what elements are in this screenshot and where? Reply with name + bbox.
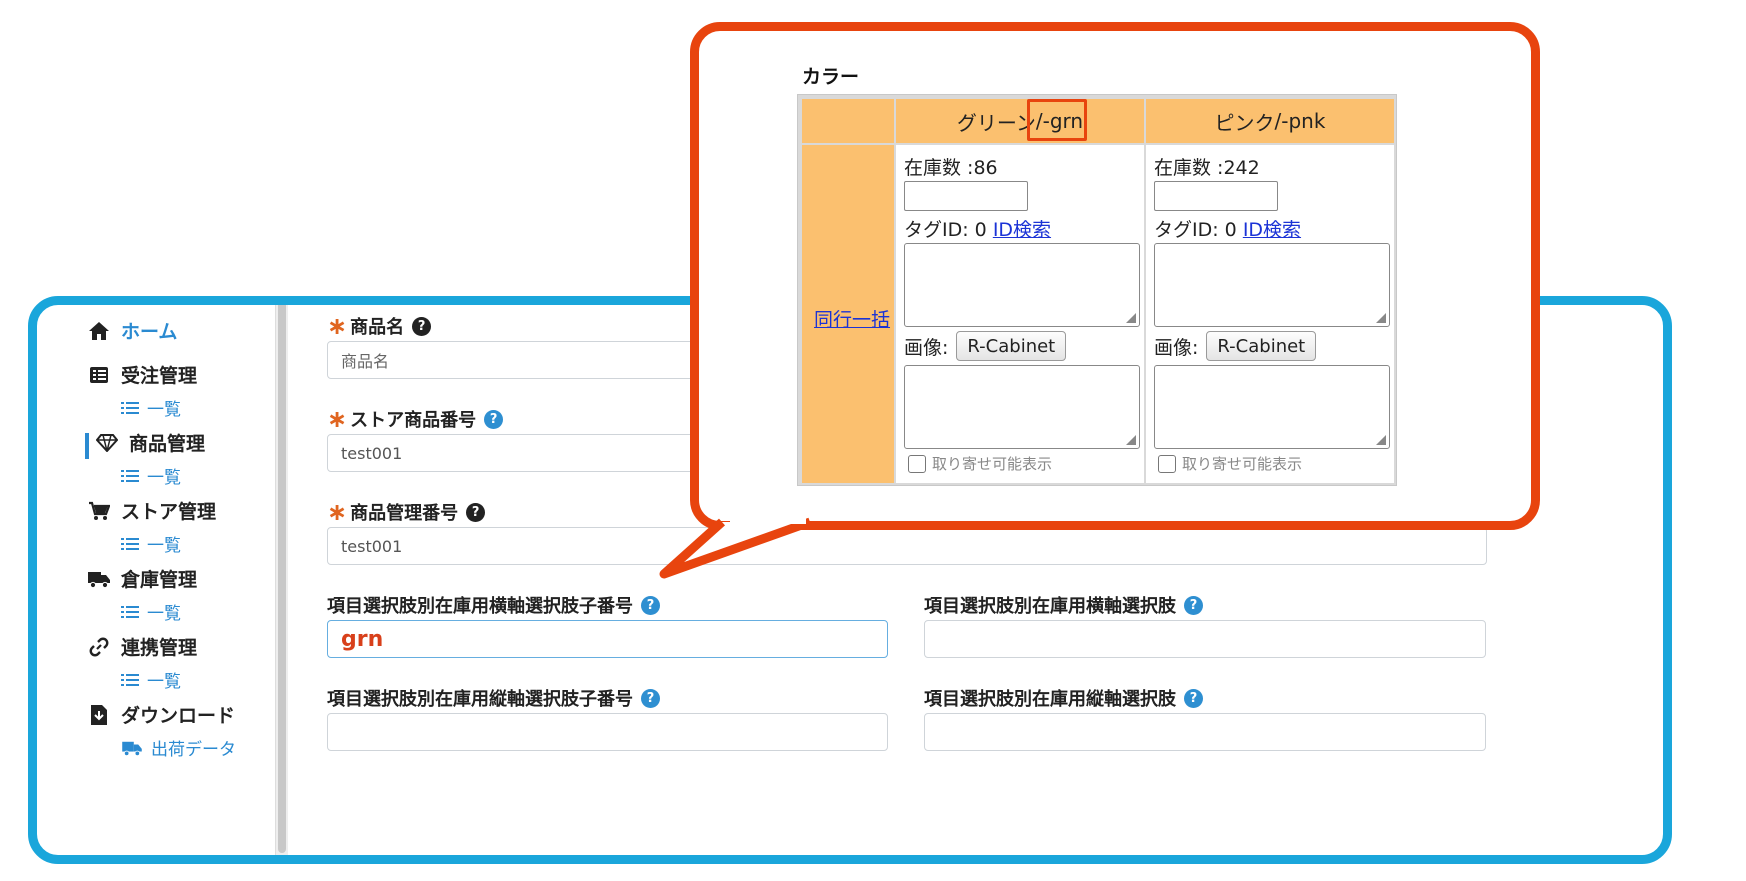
help-icon[interactable]: ? — [412, 316, 432, 336]
variant-cell-pink: 在庫数 :242 タグID: 0 ID検索 画像: R-Cabinet 取り寄せ… — [1146, 145, 1394, 483]
v-axis-choice-label: 項目選択肢別在庫用縦軸選択肢 ? — [924, 685, 1203, 711]
v-axis-choice-input[interactable] — [924, 713, 1486, 751]
h-axis-choice-label: 項目選択肢別在庫用横軸選択肢 ? — [924, 592, 1203, 618]
id-search-link[interactable]: ID検索 — [1243, 219, 1301, 241]
column-header-green: グリーン/-grn — [896, 99, 1144, 143]
sidebar-subitem-label: 出荷データ — [151, 740, 236, 760]
store-product-no-input[interactable]: test001 — [327, 434, 707, 472]
help-icon[interactable]: ? — [466, 502, 486, 522]
sidebar-item-label: 商品管理 — [129, 433, 206, 455]
sidebar-item-label: 連携管理 — [121, 637, 198, 659]
help-icon[interactable]: ? — [1184, 688, 1203, 708]
backorder-checkbox-row[interactable]: 取り寄せ可能表示 — [908, 453, 1052, 474]
required-asterisk-icon: ∗ — [327, 405, 348, 433]
list-icon — [121, 673, 139, 687]
required-asterisk-icon: ∗ — [327, 312, 348, 340]
backorder-checkbox-row[interactable]: 取り寄せ可能表示 — [1158, 453, 1302, 474]
column-header-pink: ピンク/-pnk — [1146, 99, 1394, 143]
image-row: 画像: R-Cabinet — [904, 331, 1067, 361]
help-icon[interactable]: ? — [641, 595, 660, 615]
active-indicator — [85, 433, 89, 459]
sidebar-item-warehouse[interactable]: 倉庫管理 — [87, 565, 197, 592]
truck-icon — [87, 567, 111, 591]
sidebar-subitem-integration-list[interactable]: 一覧 — [121, 667, 181, 692]
sidebar-item-integration[interactable]: 連携管理 — [87, 633, 197, 660]
row-header-cell: 同行一括 — [802, 145, 894, 483]
table-icon — [87, 363, 111, 387]
sidebar-scrollbar-thumb[interactable] — [278, 305, 286, 853]
h-axis-child-no-input[interactable]: grn — [327, 620, 888, 658]
sidebar-subitem-stores-list[interactable]: 一覧 — [121, 531, 181, 556]
resize-grip-icon[interactable] — [1126, 313, 1136, 323]
link-icon — [87, 635, 111, 659]
sidebar-subitem-label: 一覧 — [147, 672, 181, 692]
list-icon — [121, 469, 139, 483]
sidebar-item-label: 受注管理 — [121, 365, 198, 387]
stock-qty-input[interactable] — [904, 181, 1028, 211]
diamond-icon — [95, 431, 119, 455]
sidebar-subitem-label: 一覧 — [147, 536, 181, 556]
sidebar-item-stores[interactable]: ストア管理 — [87, 497, 216, 524]
home-icon — [87, 319, 111, 343]
sidebar-item-products[interactable]: 商品管理 — [95, 429, 205, 456]
sidebar-item-download[interactable]: ダウンロード — [87, 701, 235, 728]
sidebar-subitem-label: 一覧 — [147, 400, 181, 420]
color-section-title: カラー — [802, 66, 860, 88]
variant-cell-green: 在庫数 :86 タグID: 0 ID検索 画像: R-Cabinet 取り寄せ可… — [896, 145, 1144, 483]
sidebar-item-label: ホーム — [121, 321, 178, 343]
backorder-checkbox[interactable] — [908, 454, 926, 473]
apply-row-link[interactable]: 同行一括 — [814, 305, 890, 332]
sidebar-item-label: ダウンロード — [121, 705, 236, 727]
list-icon — [121, 605, 139, 619]
stock-count: 在庫数 :86 — [904, 157, 998, 179]
stock-qty-input[interactable] — [1154, 181, 1278, 211]
sidebar-subitem-shipping-data[interactable]: 出荷データ — [121, 735, 236, 760]
v-axis-child-no-input[interactable] — [327, 713, 888, 751]
color-variant-table: グリーン/-grn ピンク/-pnk 同行一括 在庫数 :86 タグID: 0 … — [797, 94, 1397, 486]
help-icon[interactable]: ? — [484, 409, 504, 429]
sidebar-item-home[interactable]: ホーム — [87, 317, 177, 344]
tag-textarea[interactable] — [1154, 243, 1390, 327]
tag-id-row: タグID: 0 ID検索 — [1154, 219, 1302, 241]
list-icon — [121, 401, 139, 415]
help-icon[interactable]: ? — [1184, 595, 1203, 615]
sidebar-subitem-orders-list[interactable]: 一覧 — [121, 395, 181, 420]
h-axis-choice-input[interactable] — [924, 620, 1486, 658]
sidebar-subitem-warehouse-list[interactable]: 一覧 — [121, 599, 181, 624]
help-icon[interactable]: ? — [641, 688, 660, 708]
product-mgmt-no-input[interactable]: test001 — [327, 527, 1487, 565]
tag-id-row: タグID: 0 ID検索 — [904, 219, 1052, 241]
stock-count: 在庫数 :242 — [1154, 157, 1260, 179]
resize-grip-icon[interactable] — [1126, 435, 1136, 445]
highlight-grn-code — [1027, 99, 1087, 141]
sidebar-subitem-label: 一覧 — [147, 468, 181, 488]
v-axis-child-no-label: 項目選択肢別在庫用縦軸選択肢子番号 ? — [327, 685, 660, 711]
truck-icon — [121, 740, 143, 756]
sidebar-item-label: 倉庫管理 — [121, 569, 198, 591]
product-mgmt-no-label: ∗ 商品管理番号 ? — [327, 498, 486, 526]
resize-grip-icon[interactable] — [1376, 435, 1386, 445]
image-textarea[interactable] — [904, 365, 1140, 449]
list-icon — [121, 537, 139, 551]
file-download-icon — [87, 703, 111, 727]
cart-icon — [87, 499, 111, 523]
product-name-label: ∗ 商品名 ? — [327, 312, 432, 340]
r-cabinet-button[interactable]: R-Cabinet — [1206, 331, 1317, 361]
product-name-input[interactable]: 商品名 — [327, 341, 707, 379]
required-asterisk-icon: ∗ — [327, 498, 348, 526]
store-product-no-label: ∗ ストア商品番号 ? — [327, 405, 504, 433]
image-textarea[interactable] — [1154, 365, 1390, 449]
sidebar-subitem-label: 一覧 — [147, 604, 181, 624]
backorder-checkbox[interactable] — [1158, 454, 1176, 473]
id-search-link[interactable]: ID検索 — [993, 219, 1051, 241]
tag-textarea[interactable] — [904, 243, 1140, 327]
resize-grip-icon[interactable] — [1376, 313, 1386, 323]
sidebar-item-orders[interactable]: 受注管理 — [87, 361, 197, 388]
h-axis-child-no-label: 項目選択肢別在庫用横軸選択肢子番号 ? — [327, 592, 660, 618]
sidebar-item-label: ストア管理 — [121, 501, 217, 523]
r-cabinet-button[interactable]: R-Cabinet — [956, 331, 1067, 361]
table-corner-cell — [802, 99, 894, 143]
image-row: 画像: R-Cabinet — [1154, 331, 1317, 361]
sidebar-subitem-products-list[interactable]: 一覧 — [121, 463, 181, 488]
